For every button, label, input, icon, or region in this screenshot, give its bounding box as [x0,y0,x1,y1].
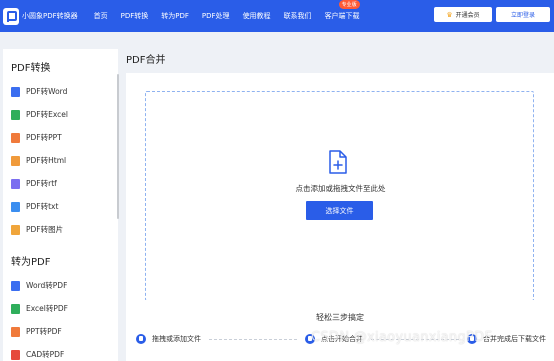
nav-to-pdf[interactable]: 转为PDF [161,11,189,21]
logo-text: 小圆象PDF转换器 [22,12,78,20]
step-1-label: 拖拽或添加文件 [152,335,201,343]
sidebar-to-pdf-item-1[interactable]: Excel转PDF [3,297,118,320]
sidebar-pdf-convert-item-label: PDF转PPT [26,133,62,142]
watermark: CSDN @xiaoyuanxiangPDF [311,330,493,345]
steps-title: 轻松三步搞定 [316,313,364,322]
file-type-icon [11,326,20,337]
file-dropzone[interactable]: 点击添加或拖拽文件至此处 选择文件 [145,91,534,301]
select-file-button[interactable]: 选择文件 [306,201,373,220]
sidebar-to-pdf-item-0[interactable]: Word转PDF [3,274,118,297]
sidebar-to-pdf-item-label: Excel转PDF [26,304,68,313]
page-title: PDF合并 [126,55,166,66]
sidebar-pdf-convert-item-6[interactable]: PDF转图片 [3,218,118,241]
file-type-icon [11,178,20,189]
nav-contact[interactable]: 联系我们 [284,11,312,21]
logo-icon [3,7,19,25]
file-type-icon [11,109,20,120]
sidebar-pdf-convert-item-label: PDF转rtf [26,179,57,188]
file-type-icon [11,155,20,166]
sidebar-group-to-pdf: 转为PDF [11,257,51,268]
sidebar-pdf-convert-item-5[interactable]: PDF转txt [3,195,118,218]
sidebar-to-pdf-item-2[interactable]: PPT转PDF [3,320,118,343]
nav-tutorial[interactable]: 使用教程 [243,11,271,21]
file-type-icon [11,349,20,360]
sidebar-to-pdf-item-label: Word转PDF [26,281,68,290]
file-type-icon [11,303,20,314]
sidebar-pdf-convert-item-1[interactable]: PDF转Excel [3,103,118,126]
add-file-icon [329,150,347,174]
sidebar-pdf-convert-item-4[interactable]: PDF转rtf [3,172,118,195]
sidebar-pdf-convert-item-label: PDF转txt [26,202,59,211]
sidebar-scrollbar[interactable] [117,74,119,219]
step-divider [209,338,297,340]
main-nav: 首页 PDF转换 转为PDF PDF处理 使用教程 联系我们 客户端下载 专业版 [94,0,373,32]
nav-home[interactable]: 首页 [94,11,108,21]
file-type-icon [11,132,20,143]
main-content: PDF合并 点击添加或拖拽文件至此处 选择文件 轻松三步搞定 拖拽或添加文件 点… [124,45,554,361]
file-type-icon [11,280,20,291]
open-vip-button[interactable]: ♛ 开通会员 [434,7,492,22]
login-button[interactable]: 立即登录 [496,7,550,22]
drop-hint-text: 点击添加或拖拽文件至此处 [295,184,386,193]
sidebar-pdf-convert-item-3[interactable]: PDF转Html [3,149,118,172]
sidebar-pdf-convert-item-label: PDF转图片 [26,225,64,234]
file-type-icon [11,224,20,235]
nav-client-download[interactable]: 客户端下载 专业版 [324,0,360,21]
crown-icon: ♛ [446,10,453,19]
step-1: 拖拽或添加文件 [136,334,201,344]
sidebar: PDF转换 PDF转Word PDF转Excel PDF转PPT PDF转Html PD… [3,49,118,361]
sidebar-to-pdf-item-label: CAD转PDF [26,350,65,359]
sidebar-pdf-convert-item-label: PDF转Word [26,87,68,96]
step-3-label: 合并完成后下载文件 [483,335,546,343]
sidebar-pdf-convert-item-0[interactable]: PDF转Word [3,80,118,103]
sidebar-pdf-convert-item-label: PDF转Excel [26,110,68,119]
sidebar-to-pdf-item-3[interactable]: CAD转PDF [3,343,118,361]
nav-client-download-label: 客户端下载 [324,12,360,20]
site-logo[interactable]: 小圆象PDF转换器 [3,0,78,32]
open-vip-label: 开通会员 [455,12,480,19]
sidebar-pdf-convert-item-2[interactable]: PDF转PPT [3,126,118,149]
add-file-step-icon [136,334,146,344]
nav-pdf-process[interactable]: PDF处理 [202,11,230,21]
sidebar-pdf-convert-item-label: PDF转Html [26,156,67,165]
nav-pdf-convert[interactable]: PDF转换 [121,11,149,21]
sidebar-to-pdf-item-label: PPT转PDF [26,327,62,336]
pro-badge: 专业版 [338,0,360,9]
file-type-icon [11,201,20,212]
top-navbar: 小圆象PDF转换器 首页 PDF转换 转为PDF PDF处理 使用教程 联系我们… [0,0,554,32]
file-type-icon [11,86,20,97]
sidebar-group-pdf-convert: PDF转换 [11,63,51,74]
